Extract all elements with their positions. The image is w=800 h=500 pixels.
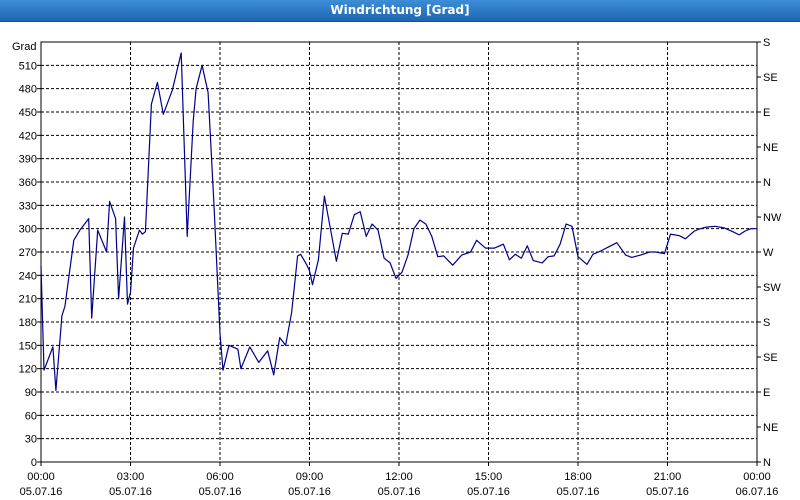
right-axis-ticks: N NE E SE S SW W NW N NE E SE S <box>757 37 782 469</box>
x-tick-time: 15:00 <box>475 471 503 483</box>
y-axis-label: Grad <box>12 41 36 53</box>
x-tick-time: 03:00 <box>117 471 145 483</box>
x-tick-date: 05.07.16 <box>467 486 510 498</box>
x-tick-time: 00:00 <box>743 471 771 483</box>
y-tick-label: 0 <box>31 457 37 469</box>
right-tick-label: E <box>763 107 770 119</box>
y-tick-label: 180 <box>19 317 37 329</box>
x-axis-ticks: 00:00 05.07.16 03:00 05.07.16 06:00 05.07.16 0… <box>20 462 779 498</box>
y-tick-label: 390 <box>19 154 37 166</box>
y-tick-label: 450 <box>19 107 37 119</box>
y-tick-label: 270 <box>19 247 37 259</box>
right-tick-label: N <box>763 457 771 469</box>
x-tick-time: 00:00 <box>27 471 55 483</box>
y-tick-label: 360 <box>19 177 37 189</box>
x-tick-date: 05.07.16 <box>109 486 152 498</box>
x-tick-date: 06.07.16 <box>736 486 779 498</box>
right-tick-label: E <box>763 387 770 399</box>
y-tick-label: 90 <box>25 387 37 399</box>
y-tick-label: 330 <box>19 200 37 212</box>
y-tick-label: 510 <box>19 60 37 72</box>
x-tick-date: 05.07.16 <box>378 486 421 498</box>
x-tick-date: 05.07.16 <box>288 486 331 498</box>
x-tick-time: 18:00 <box>564 471 592 483</box>
right-tick-label: SW <box>763 282 781 294</box>
x-tick-time: 06:00 <box>206 471 234 483</box>
y-tick-label: 60 <box>25 410 37 422</box>
right-tick-label: NE <box>763 422 778 434</box>
right-tick-label: SE <box>763 72 778 84</box>
x-tick-date: 05.07.16 <box>199 486 242 498</box>
y-tick-label: 480 <box>19 84 37 96</box>
right-tick-label: NE <box>763 142 778 154</box>
y-tick-label: 300 <box>19 224 37 236</box>
y-tick-label: 240 <box>19 270 37 282</box>
right-tick-label: NW <box>763 212 782 224</box>
right-tick-label: W <box>763 247 774 259</box>
y-tick-label: 30 <box>25 434 37 446</box>
y-axis-ticks: 0 30 60 90 120 150 180 210 240 270 300 330 360 390 420… <box>19 60 41 469</box>
x-tick-time: 12:00 <box>385 471 413 483</box>
right-tick-label: N <box>763 177 771 189</box>
x-tick-date: 05.07.16 <box>557 486 600 498</box>
right-tick-label: SE <box>763 352 778 364</box>
x-tick-date: 05.07.16 <box>646 486 689 498</box>
right-tick-label: S <box>763 37 770 49</box>
x-tick-date: 05.07.16 <box>20 486 63 498</box>
y-tick-label: 420 <box>19 130 37 142</box>
wind-direction-chart: 0 30 60 90 120 150 180 210 240 270 300 330 360 390 420… <box>12 37 782 498</box>
x-tick-time: 09:00 <box>296 471 324 483</box>
y-tick-label: 210 <box>19 294 37 306</box>
y-tick-label: 120 <box>19 364 37 376</box>
x-tick-time: 21:00 <box>654 471 682 483</box>
right-tick-label: S <box>763 317 770 329</box>
y-tick-label: 150 <box>19 340 37 352</box>
